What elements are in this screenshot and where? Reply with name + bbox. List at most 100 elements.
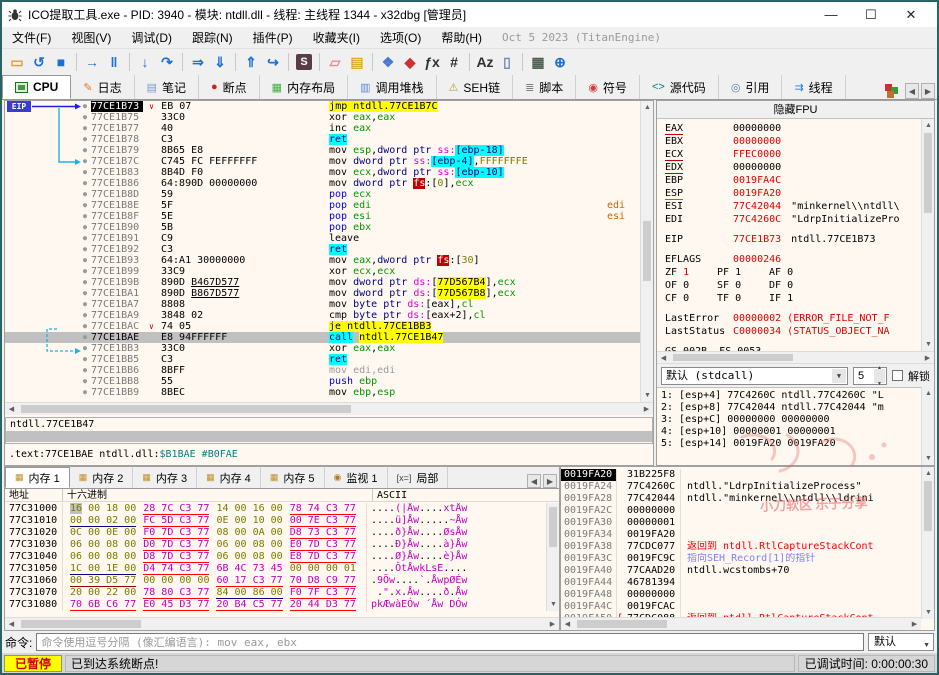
dump-row[interactable]: 77C31070 20 00 22 00 78 80 C3 77 84 00 86 0… <box>5 587 546 599</box>
register-row-esp[interactable]: ESP 0019FA20 <box>665 187 921 200</box>
run-button[interactable]: → <box>81 52 103 72</box>
argument-row[interactable]: 4: [esp+10] 00000001 00000001 <box>661 426 934 438</box>
dump-tab-局部[interactable]: [x=] 局部 <box>388 467 449 488</box>
disasm-row[interactable]: ● 77CE1B99 33C9 xor ecx,ecx <box>5 266 653 277</box>
internet-button[interactable]: ⊕ <box>549 52 571 72</box>
tab-调用堆栈[interactable]: ▥ 调用堆栈 <box>348 75 437 99</box>
stack-row[interactable]: 0019FA2C 00000000 <box>561 505 921 517</box>
tab-内存布局[interactable]: ▦ 内存布局 <box>260 75 349 99</box>
minimize-button[interactable]: — <box>811 7 851 22</box>
dump-vscrollbar[interactable]: ▼ <box>546 503 559 611</box>
pause-button[interactable]: ‖ <box>103 52 125 72</box>
menu-item-V[interactable]: 视图(V) <box>61 27 121 48</box>
menu-item-F[interactable]: 文件(F) <box>2 27 61 48</box>
argument-row[interactable]: 2: [esp+8] 77C42044 ntdll.77C42044 "m <box>661 402 934 414</box>
register-row-ecx[interactable]: ECX FFEC0000 <box>665 148 921 161</box>
breakpoint-dot[interactable]: ● <box>79 376 91 387</box>
breakpoint-dot[interactable]: ● <box>79 211 91 222</box>
registers-hscrollbar[interactable]: ◀ ▶ <box>657 351 934 364</box>
dump-tab-内存2[interactable]: ▦ 内存 2 <box>70 467 134 488</box>
breakpoint-dot[interactable]: ● <box>79 222 91 233</box>
unlock-checkbox[interactable] <box>892 370 903 381</box>
disasm-row[interactable]: ● 77CE1BB6 8BFF mov edi,edi <box>5 365 653 376</box>
breakpoint-dot[interactable]: ● <box>79 288 91 299</box>
hash-button[interactable]: # <box>443 52 465 72</box>
tabs-scroll-left[interactable]: ◀ <box>905 83 919 99</box>
breakpoint-dot[interactable]: ● <box>79 145 91 156</box>
breakpoint-dot[interactable]: ● <box>79 299 91 310</box>
register-row-lasterror[interactable]: LastError 00000002 (ERROR_FILE_NOT_F <box>665 312 921 325</box>
run-to-user-code-button[interactable]: ↪ <box>262 52 284 72</box>
breakpoint-dot[interactable]: ● <box>79 200 91 211</box>
register-row-ebp[interactable]: EBP 0019FA4C <box>665 174 921 187</box>
stack-row[interactable]: 0019FA28 77C42044 ntdll."minkernel\\ntdll\… <box>561 493 921 505</box>
step-over-button[interactable]: ↷ <box>156 52 178 72</box>
disasm-row[interactable]: ● 77CE1B83 8B4D F0 mov ecx,dword ptr ss:[eb… <box>5 167 653 178</box>
tab-日志[interactable]: ✎ 日志 <box>71 75 135 99</box>
menu-item-D[interactable]: 调试(D) <box>121 27 182 48</box>
dump-tabs-scroll-right[interactable]: ▶ <box>543 474 557 488</box>
arguments-vscrollbar[interactable]: ▲ ▼ <box>921 387 934 465</box>
breakpoint-dot[interactable]: ● <box>79 310 91 321</box>
disasm-row[interactable]: ● 77CE1B86 64:890D 00000000 mov dword ptr f… <box>5 178 653 189</box>
breakpoint-dot[interactable]: ● <box>79 189 91 200</box>
disasm-row[interactable]: ● 77CE1B8F 5E pop esi esi <box>5 211 653 222</box>
breakpoint-dot[interactable]: ● <box>79 365 91 376</box>
dump-tab-内存5[interactable]: ▦ 内存 5 <box>261 467 325 488</box>
dump-row[interactable]: 77C31030 06 00 08 00 D0 7D C3 77 06 00 08 0… <box>5 539 546 551</box>
disassembly-hscrollbar[interactable]: ◀ ▶ <box>5 402 653 415</box>
breakpoint-dot[interactable]: ● <box>79 178 91 189</box>
stack-vscrollbar[interactable]: ▲ ▼ <box>921 467 934 619</box>
dump-row[interactable]: 77C31010 00 00 02 00 FC 5D C3 77 0E 00 10 0… <box>5 515 546 527</box>
breakpoint-dot[interactable]: ● <box>79 387 91 398</box>
breakpoint-dot[interactable]: ● <box>79 332 91 343</box>
tab-断点[interactable]: ● 断点 <box>199 75 260 99</box>
disasm-row[interactable]: ● 77CE1BAC ∨ 74 05 je ntdll.77CE1BB3 <box>5 321 653 332</box>
breakpoint-dot[interactable]: ● <box>79 277 91 288</box>
disasm-row[interactable]: ● 77CE1BA7 8808 mov byte ptr ds:[eax],cl <box>5 299 653 310</box>
breakpoint-dot[interactable]: ● <box>79 343 91 354</box>
register-row-eip[interactable]: EIP 77CE1B73 ntdll.77CE1B73 <box>665 233 921 246</box>
patches-button[interactable]: ▱ <box>324 52 346 72</box>
registers-vscrollbar[interactable]: ▲ ▼ <box>921 119 934 351</box>
dump-row[interactable]: 77C31080 70 6B C6 77 E0 45 D3 77 20 B4 C5 7… <box>5 599 546 611</box>
tab-cpu[interactable]: CPU <box>2 75 72 99</box>
breakpoint-dot[interactable]: ● <box>79 167 91 178</box>
flag-pf[interactable]: PF 1 <box>717 266 769 279</box>
flags-row[interactable]: ZF 1 PF 1 AF 0 <box>665 266 921 279</box>
stack-row[interactable]: 0019FA34 0019FA20 <box>561 529 921 541</box>
breakpoint-dot[interactable]: ● <box>79 112 91 123</box>
stack-row[interactable]: 0019FA48 00000000 <box>561 589 921 601</box>
chevron-down-icon[interactable]: ▼ <box>923 638 930 654</box>
register-row-eax[interactable]: EAX 00000000 <box>665 122 921 135</box>
tab-overflow-icon[interactable] <box>885 84 899 98</box>
argument-row[interactable]: 1: [esp+4] 77C4260C ntdll.77C4260C "L <box>661 390 934 402</box>
breakpoint-dot[interactable]: ● <box>79 101 91 112</box>
breakpoint-dot[interactable]: ● <box>79 233 91 244</box>
tab-线程[interactable]: ⇉ 线程 <box>782 75 846 99</box>
stack-row[interactable]: 0019FA3C 0019FC9C 指向SEH_Record[1]的指针 <box>561 553 921 565</box>
register-row-ebx[interactable]: EBX 00000000 <box>665 135 921 148</box>
disasm-row[interactable]: ● 77CE1BB9 8BEC mov ebp,esp <box>5 387 653 398</box>
tab-符号[interactable]: ◉ 符号 <box>576 75 640 99</box>
register-row-edx[interactable]: EDX 00000000 <box>665 161 921 174</box>
disasm-row[interactable]: ● 77CE1B8D 59 pop ecx <box>5 189 653 200</box>
disasm-row[interactable]: ● 77CE1BAE E8 94FFFFFF call ntdll.77CE1B47 <box>5 332 653 343</box>
flag-df[interactable]: DF 0 <box>769 279 821 292</box>
stack-row[interactable]: 0019FA38 77CDC077 返回到 ntdll.RtlCaptureStac… <box>561 541 921 553</box>
disasm-row[interactable]: ● 77CE1B91 C9 leave <box>5 233 653 244</box>
disasm-row[interactable]: ● 77CE1B9B 890D B467D577 mov dword ptr ds:[… <box>5 277 653 288</box>
flag-af[interactable]: AF 0 <box>769 266 821 279</box>
dump-tab-内存3[interactable]: ▦ 内存 3 <box>133 467 198 488</box>
device-button[interactable]: ▯ <box>496 52 518 72</box>
trace-into-button[interactable]: ⇒ <box>187 52 209 72</box>
comment-button[interactable]: ▤ <box>346 52 368 72</box>
dump-hscrollbar[interactable]: ◀ ▶ <box>5 617 559 630</box>
label-button[interactable]: ❖ <box>377 52 399 72</box>
flags-row[interactable]: CF 0 TF 0 IF 1 <box>665 292 921 305</box>
breakpoint-dot[interactable]: ● <box>79 354 91 365</box>
disassembly-vscrollbar[interactable]: ▲ ▼ <box>640 101 653 402</box>
dump-row[interactable]: 77C31040 06 00 08 00 D8 7D C3 77 06 00 08 0… <box>5 551 546 563</box>
disasm-row[interactable]: ● 77CE1BB3 33C0 xor eax,eax <box>5 343 653 354</box>
dump-tab-内存1[interactable]: ▦ 内存 1 <box>5 467 70 488</box>
